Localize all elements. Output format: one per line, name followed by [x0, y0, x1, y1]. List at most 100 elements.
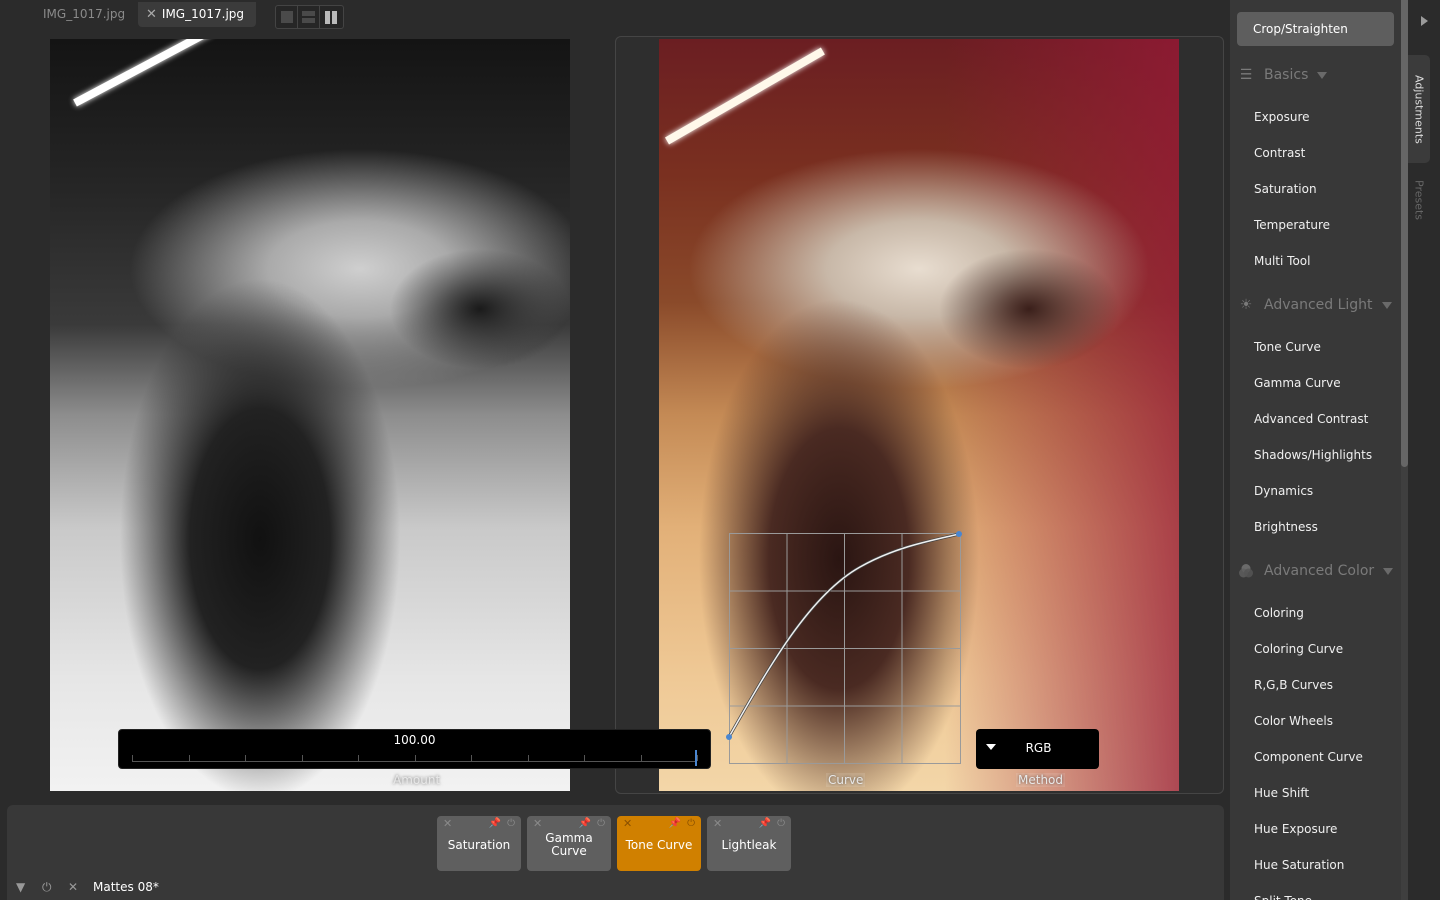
filter-chip-saturation[interactable]: ✕ 📌 ⏻ Saturation — [437, 816, 521, 871]
close-icon[interactable]: ✕ — [68, 880, 78, 894]
sidebar-item-gamma-curve[interactable]: Gamma Curve — [1254, 376, 1341, 390]
pin-icon[interactable]: 📌 — [489, 818, 501, 830]
view-mode-switcher — [275, 5, 344, 29]
amount-tick — [584, 755, 585, 761]
section-advanced-color[interactable]: Advanced Color — [1238, 563, 1394, 579]
section-title: Advanced Color — [1264, 563, 1375, 579]
sidebar-item-brightness[interactable]: Brightness — [1254, 520, 1318, 534]
sidebar-item-color-wheels[interactable]: Color Wheels — [1254, 714, 1333, 728]
amount-tick — [640, 755, 642, 761]
collapse-icon[interactable]: ▼ — [16, 880, 25, 894]
single-view-button[interactable] — [276, 6, 298, 28]
tab-label: Presets — [1412, 179, 1426, 221]
color-circles-icon — [1238, 563, 1254, 579]
tab-presets[interactable]: Presets — [1408, 170, 1430, 230]
curve-label: Curve — [826, 773, 866, 787]
expand-panel-icon[interactable] — [1421, 16, 1428, 26]
tab-label: IMG_1017.jpg — [161, 7, 245, 21]
split-horizontal-icon — [302, 11, 315, 16]
filter-chip-tone-curve[interactable]: ✕ 📌 ⏻ Tone Curve — [617, 816, 701, 871]
amount-tick — [471, 755, 472, 761]
power-icon[interactable]: ⏻ — [42, 880, 52, 895]
sidebar-item-coloring[interactable]: Coloring — [1254, 606, 1304, 620]
remove-icon[interactable]: ✕ — [533, 818, 542, 830]
filter-label: Tone Curve — [625, 837, 693, 852]
section-advanced-light[interactable]: ☀ Advanced Light — [1238, 297, 1392, 313]
sidebar-item-split-tone[interactable]: Split Tone — [1254, 894, 1312, 900]
sun-icon: ☀ — [1239, 297, 1253, 313]
sidebar-item-temperature[interactable]: Temperature — [1254, 218, 1330, 232]
split-vertical-icon-part — [332, 10, 337, 24]
power-icon[interactable]: ⏻ — [777, 818, 785, 830]
sliders-icon: ☰ — [1239, 67, 1253, 83]
tab-label: Adjustments — [1412, 74, 1426, 144]
filter-chip-gamma-curve[interactable]: ✕ 📌 ⏻ Gamma Curve — [527, 816, 611, 871]
amount-tick — [358, 755, 359, 761]
remove-icon[interactable]: ✕ — [623, 818, 632, 830]
method-label: Method — [1016, 773, 1066, 787]
pin-icon[interactable]: 📌 — [669, 818, 681, 830]
chevron-down-icon — [1317, 71, 1328, 79]
method-dropdown[interactable]: RGB — [976, 729, 1099, 769]
crop-straighten-button[interactable]: Crop/Straighten — [1237, 12, 1394, 46]
original-image — [50, 39, 570, 791]
close-icon[interactable]: ✕ — [146, 7, 157, 22]
sidebar-scrollbar-thumb[interactable] — [1401, 0, 1408, 467]
power-icon[interactable]: ⏻ — [687, 818, 695, 830]
tab-image-1[interactable]: IMG_1017.jpg — [30, 2, 135, 27]
sidebar-item-contrast[interactable]: Contrast — [1254, 146, 1305, 160]
sidebar-item-rgb-curves[interactable]: R,G,B Curves — [1254, 678, 1333, 692]
remove-icon[interactable]: ✕ — [443, 818, 452, 830]
sidebar-item-dynamics[interactable]: Dynamics — [1254, 484, 1313, 498]
sidebar-item-exposure[interactable]: Exposure — [1254, 110, 1310, 124]
amount-value: 100.00 — [393, 733, 436, 747]
amount-tick — [697, 755, 698, 761]
chevron-down-icon — [1381, 301, 1392, 309]
curve-grid — [729, 533, 961, 764]
sidebar-item-hue-exposure[interactable]: Hue Exposure — [1254, 822, 1337, 836]
amount-tick — [301, 755, 303, 761]
photo-editor-app: IMG_1017.jpg ✕ IMG_1017.jpg 100.00 Amount — [0, 0, 1440, 900]
amount-tick — [414, 755, 416, 761]
section-basics[interactable]: ☰ Basics — [1238, 67, 1328, 83]
layer-title: Mattes 08* — [93, 880, 159, 894]
section-title: Basics — [1264, 67, 1309, 83]
sidebar-item-multi-tool[interactable]: Multi Tool — [1254, 254, 1310, 268]
amount-tick — [527, 755, 529, 761]
tab-image-2[interactable]: ✕ IMG_1017.jpg — [138, 2, 256, 27]
amount-label: Amount — [391, 773, 443, 787]
single-view-icon — [280, 11, 293, 23]
tone-curve-editor[interactable] — [720, 525, 970, 775]
power-icon[interactable]: ⏻ — [597, 818, 605, 830]
section-title: Advanced Light — [1264, 297, 1373, 313]
amount-tick — [188, 755, 190, 761]
sidebar-item-hue-saturation[interactable]: Hue Saturation — [1254, 858, 1344, 872]
split-horizontal-icon-part — [302, 18, 315, 23]
amount-tick — [245, 755, 246, 761]
power-icon[interactable]: ⏻ — [507, 818, 515, 830]
curve-point-end — [956, 531, 962, 537]
sidebar-item-tone-curve[interactable]: Tone Curve — [1254, 340, 1321, 354]
sidebar-item-shadows-highlights[interactable]: Shadows/Highlights — [1254, 448, 1372, 462]
filter-stack-panel — [7, 805, 1224, 900]
sidebar-item-advanced-contrast[interactable]: Advanced Contrast — [1254, 412, 1368, 426]
tab-label: IMG_1017.jpg — [43, 7, 126, 21]
sidebar-item-component-curve[interactable]: Component Curve — [1254, 750, 1363, 764]
sidebar-item-hue-shift[interactable]: Hue Shift — [1254, 786, 1309, 800]
filter-label: Gamma Curve — [545, 831, 593, 858]
split-horizontal-button[interactable] — [298, 6, 320, 28]
pin-icon[interactable]: 📌 — [759, 818, 771, 830]
sidebar-item-coloring-curve[interactable]: Coloring Curve — [1254, 642, 1343, 656]
chevron-down-icon — [1383, 567, 1394, 575]
split-vertical-button[interactable] — [320, 6, 342, 28]
filter-chip-lightleak[interactable]: ✕ 📌 ⏻ Lightleak — [707, 816, 791, 871]
pin-icon[interactable]: 📌 — [579, 818, 591, 830]
amount-track[interactable] — [132, 755, 698, 762]
sidebar-item-saturation[interactable]: Saturation — [1254, 182, 1317, 196]
remove-icon[interactable]: ✕ — [713, 818, 722, 830]
amount-slider[interactable]: 100.00 — [118, 729, 711, 769]
image-light-streak — [665, 47, 825, 145]
tab-adjustments[interactable]: Adjustments — [1408, 55, 1430, 163]
curve-point-start — [726, 734, 732, 740]
amount-thumb[interactable] — [695, 750, 697, 766]
